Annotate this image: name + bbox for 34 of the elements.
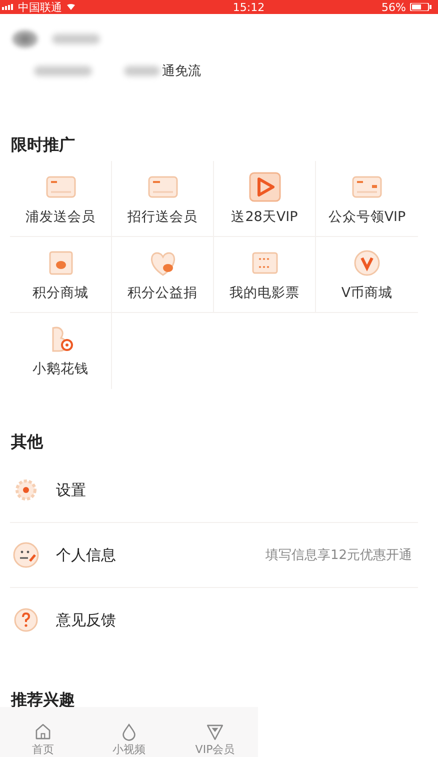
promo-item[interactable]: 公众号领VIP — [316, 161, 418, 237]
promo-item[interactable]: 浦发送会员 — [10, 161, 112, 237]
section-title: 其他 — [10, 432, 44, 452]
blurred-text — [34, 66, 92, 76]
menu-row[interactable]: 设置 — [10, 458, 418, 523]
promo-item[interactable]: V币商城 — [316, 237, 418, 313]
v-shape-icon — [204, 723, 226, 741]
row-label: 个人信息 — [56, 546, 116, 564]
promo-item[interactable]: 送28天VIP — [214, 161, 316, 237]
promo-item[interactable]: 积分商城 — [10, 237, 112, 313]
menu-row[interactable]: 意见反馈 — [10, 588, 418, 652]
carrier-name: 中国联通 — [18, 0, 62, 14]
signal-icon — [2, 4, 14, 10]
question-icon — [12, 606, 40, 634]
row-label: 意见反馈 — [56, 610, 116, 630]
battery-icon — [410, 3, 432, 11]
play-icon — [248, 172, 282, 202]
promo-item[interactable]: 招行送会员 — [112, 161, 214, 237]
section-title: 推荐兴趣 — [10, 690, 76, 710]
blurred-name — [52, 34, 100, 44]
wifi-icon — [66, 4, 76, 10]
section-title: 限时推广 — [10, 135, 76, 155]
blurred-text — [124, 66, 160, 76]
promo-item[interactable]: 我的电影票 — [214, 237, 316, 313]
avatar[interactable] — [12, 30, 38, 48]
menu-row[interactable]: 个人信息 填写信息享12元优惠开通 — [10, 523, 418, 588]
clock: 15:12 — [232, 0, 265, 14]
promo-item[interactable]: 小鹅花钱 — [10, 313, 112, 389]
promo-item[interactable]: 积分公益捐 — [112, 237, 214, 313]
row-hint: 填写信息享12元优惠开通 — [265, 547, 412, 564]
battery-percent: 56% — [382, 0, 406, 14]
row-label: 设置 — [56, 480, 86, 500]
smiley-icon — [12, 541, 40, 569]
data-plan-label: 通免流 — [162, 63, 201, 80]
